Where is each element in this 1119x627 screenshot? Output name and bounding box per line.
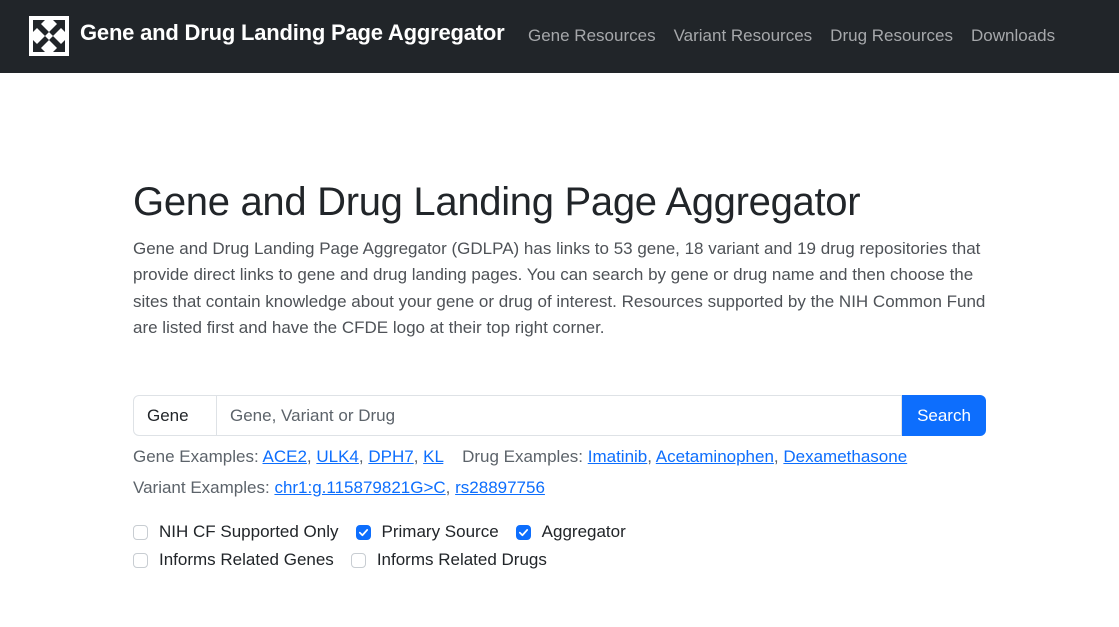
nav-links: Gene Resources Variant Resources Drug Re…	[528, 26, 1055, 46]
page-title: Gene and Drug Landing Page Aggregator	[133, 180, 861, 224]
filter-primary-source[interactable]: Primary Source	[355, 522, 499, 542]
checkmark-icon	[518, 528, 528, 536]
nav-drug-resources[interactable]: Drug Resources	[830, 26, 953, 46]
filter-informs-related-genes[interactable]: Informs Related Genes	[133, 550, 334, 570]
checkbox-checked-icon[interactable]	[355, 524, 371, 540]
examples-row-variant: Variant Examples: chr1:g.115879821G>C, r…	[133, 478, 545, 497]
variant-example-link[interactable]: chr1:g.115879821G>C	[274, 478, 445, 497]
filter-label: Informs Related Genes	[159, 550, 334, 569]
drug-example-link[interactable]: Imatinib	[588, 447, 648, 466]
checkmark-icon	[358, 528, 368, 536]
gene-example-link[interactable]: ULK4	[316, 447, 359, 466]
gene-example-link[interactable]: DPH7	[368, 447, 413, 466]
filter-row-1: NIH CF Supported Only Primary Source Agg…	[133, 522, 643, 542]
nav-variant-resources[interactable]: Variant Resources	[674, 26, 813, 46]
filter-aggregator[interactable]: Aggregator	[515, 522, 626, 542]
checkbox-checked-icon[interactable]	[515, 524, 531, 540]
search-group: Gene Search	[133, 395, 986, 436]
examples-row-gene-drug: Gene Examples: ACE2, ULK4, DPH7, KL Drug…	[133, 447, 908, 466]
gene-example-link[interactable]: ACE2	[262, 447, 306, 466]
nav-gene-resources[interactable]: Gene Resources	[528, 26, 656, 46]
navbar: Gene and Drug Landing Page Aggregator Ge…	[0, 0, 1119, 73]
search-button[interactable]: Search	[902, 395, 986, 436]
filter-label: Informs Related Drugs	[376, 550, 547, 569]
search-type-select[interactable]: Gene	[133, 395, 217, 436]
filter-label: Primary Source	[381, 522, 499, 541]
nav-downloads[interactable]: Downloads	[971, 26, 1055, 46]
checkbox-icon[interactable]	[133, 552, 148, 568]
filter-informs-related-drugs[interactable]: Informs Related Drugs	[350, 550, 547, 570]
variant-examples-label: Variant Examples:	[133, 478, 270, 497]
checkbox-icon[interactable]	[350, 552, 366, 568]
gene-examples-label: Gene Examples:	[133, 447, 259, 466]
drug-example-link[interactable]: Acetaminophen	[656, 447, 774, 466]
gene-example-link[interactable]: KL	[423, 447, 443, 466]
brand-title[interactable]: Gene and Drug Landing Page Aggregator	[80, 20, 505, 46]
filter-nih-cf-supported[interactable]: NIH CF Supported Only	[133, 522, 339, 542]
filter-label: Aggregator	[541, 522, 626, 541]
filter-label: NIH CF Supported Only	[159, 522, 339, 541]
variant-example-link[interactable]: rs28897756	[455, 478, 545, 497]
search-input[interactable]	[217, 395, 902, 436]
drug-examples-label: Drug Examples:	[462, 447, 583, 466]
checkbox-icon[interactable]	[133, 524, 148, 540]
expand-arrows-logo-icon[interactable]	[29, 16, 69, 56]
intro-paragraph: Gene and Drug Landing Page Aggregator (G…	[133, 239, 986, 337]
drug-example-link[interactable]: Dexamethasone	[783, 447, 907, 466]
filter-row-2: Informs Related Genes Informs Related Dr…	[133, 550, 564, 570]
